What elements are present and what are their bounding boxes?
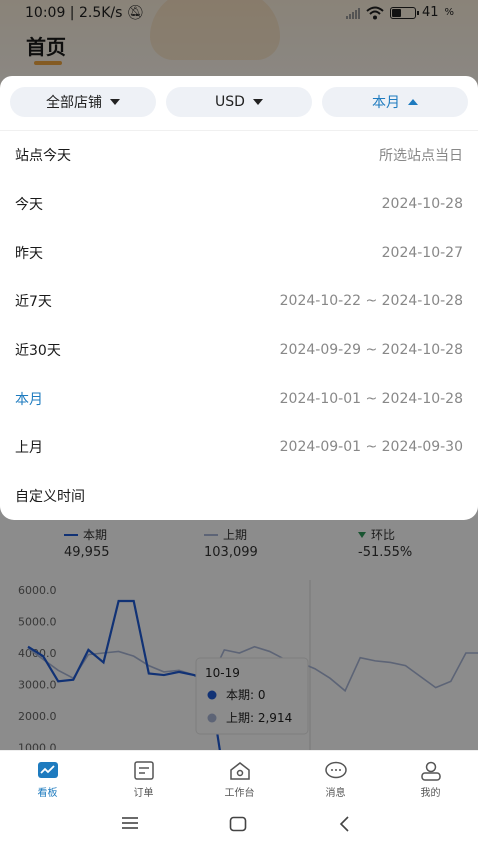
home-icon[interactable] xyxy=(229,816,247,832)
menu-icon[interactable] xyxy=(121,816,139,830)
nav-orders[interactable]: 订单 xyxy=(96,751,191,801)
nav-profile[interactable]: 我的 xyxy=(383,751,478,801)
date-filter-label: 本月 xyxy=(372,95,400,111)
date-option-this-month[interactable]: 本月 2024-10-01 ~ 2024-10-28 xyxy=(0,374,478,423)
option-name: 近30天 xyxy=(15,342,61,359)
date-option-last-month[interactable]: 上月 2024-09-01 ~ 2024-09-30 xyxy=(0,422,478,471)
bottom-nav: 看板 订单 工作台 消息 我的 xyxy=(0,750,478,800)
profile-icon xyxy=(420,761,441,781)
date-option-last-7-days[interactable]: 近7天 2024-10-22 ~ 2024-10-28 xyxy=(0,276,478,325)
option-range: 2024-10-01 ~ 2024-10-28 xyxy=(279,390,463,407)
date-option-last-30-days[interactable]: 近30天 2024-09-29 ~ 2024-10-28 xyxy=(0,325,478,374)
option-name: 站点今天 xyxy=(15,147,71,164)
option-name: 今天 xyxy=(15,196,43,213)
caret-up-icon xyxy=(408,99,418,105)
nav-workbench[interactable]: 工作台 xyxy=(192,751,287,801)
option-range: 所选站点当日 xyxy=(379,147,463,164)
order-icon xyxy=(133,761,154,780)
dashboard-icon xyxy=(37,762,58,778)
option-range: 2024-10-27 xyxy=(381,244,463,261)
nav-label: 看板 xyxy=(37,788,58,799)
nav-label: 订单 xyxy=(133,788,154,799)
date-option-site-today[interactable]: 站点今天 所选站点当日 xyxy=(0,130,478,179)
nav-messages[interactable]: 消息 xyxy=(288,751,383,801)
filter-bar: 全部店铺 USD 本月 xyxy=(0,76,478,130)
option-name: 自定义时间 xyxy=(15,488,85,505)
option-name: 昨天 xyxy=(15,245,43,262)
nav-dashboard[interactable]: 看板 xyxy=(0,751,95,801)
store-filter-label: 全部店铺 xyxy=(46,95,102,111)
caret-down-icon xyxy=(252,99,263,105)
store-filter[interactable]: 全部店铺 xyxy=(10,87,156,117)
nav-label: 消息 xyxy=(325,788,346,799)
workbench-icon xyxy=(229,762,250,780)
date-range-dropdown: 全部店铺 USD 本月 站点今天 所选站点当日 今天 2024-10-28 昨天… xyxy=(0,76,478,520)
currency-filter[interactable]: USD xyxy=(166,87,312,117)
currency-filter-label: USD xyxy=(215,94,245,110)
option-name: 近7天 xyxy=(15,293,52,310)
date-option-custom[interactable]: 自定义时间 xyxy=(0,471,478,520)
nav-label: 工作台 xyxy=(224,788,255,799)
date-option-today[interactable]: 今天 2024-10-28 xyxy=(0,179,478,228)
message-icon xyxy=(324,761,347,779)
nav-label: 我的 xyxy=(420,788,441,799)
option-name: 本月 xyxy=(15,391,43,408)
option-name: 上月 xyxy=(15,439,43,456)
option-range: 2024-10-22 ~ 2024-10-28 xyxy=(279,292,463,309)
option-range: 2024-10-28 xyxy=(381,195,463,212)
back-icon[interactable] xyxy=(338,816,350,832)
date-option-yesterday[interactable]: 昨天 2024-10-27 xyxy=(0,228,478,277)
option-range: 2024-09-29 ~ 2024-10-28 xyxy=(279,341,463,358)
system-nav-bar xyxy=(0,800,478,850)
option-range: 2024-09-01 ~ 2024-09-30 xyxy=(279,438,463,455)
caret-down-icon xyxy=(110,99,120,105)
date-filter[interactable]: 本月 xyxy=(322,87,468,117)
